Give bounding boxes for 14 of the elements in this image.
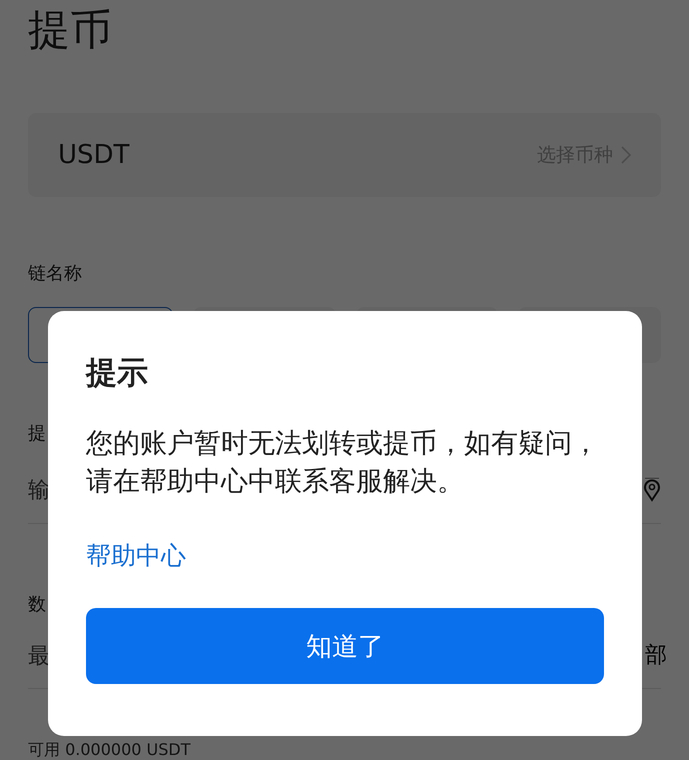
coin-name: USDT	[58, 140, 130, 170]
address-placeholder: 输	[28, 477, 50, 505]
address-label: 提	[28, 422, 46, 446]
page-title: 提币	[28, 4, 113, 56]
dialog-message: 您的账户暂时无法划转或提币，如有疑问，请在帮助中心中联系客服解决。	[86, 427, 600, 499]
all-amount-link[interactable]: 部	[643, 641, 669, 671]
available-balance: 可用 0.000000 USDT	[28, 741, 190, 759]
amount-placeholder: 最	[28, 643, 50, 671]
dialog-title: 提示	[86, 354, 149, 393]
amount-label: 数	[28, 593, 46, 617]
chain-label: 链名称	[28, 262, 82, 286]
location-pin-icon	[643, 478, 661, 502]
confirm-button[interactable]: 知道了	[86, 608, 604, 684]
help-center-link[interactable]: 帮助中心	[86, 539, 186, 572]
